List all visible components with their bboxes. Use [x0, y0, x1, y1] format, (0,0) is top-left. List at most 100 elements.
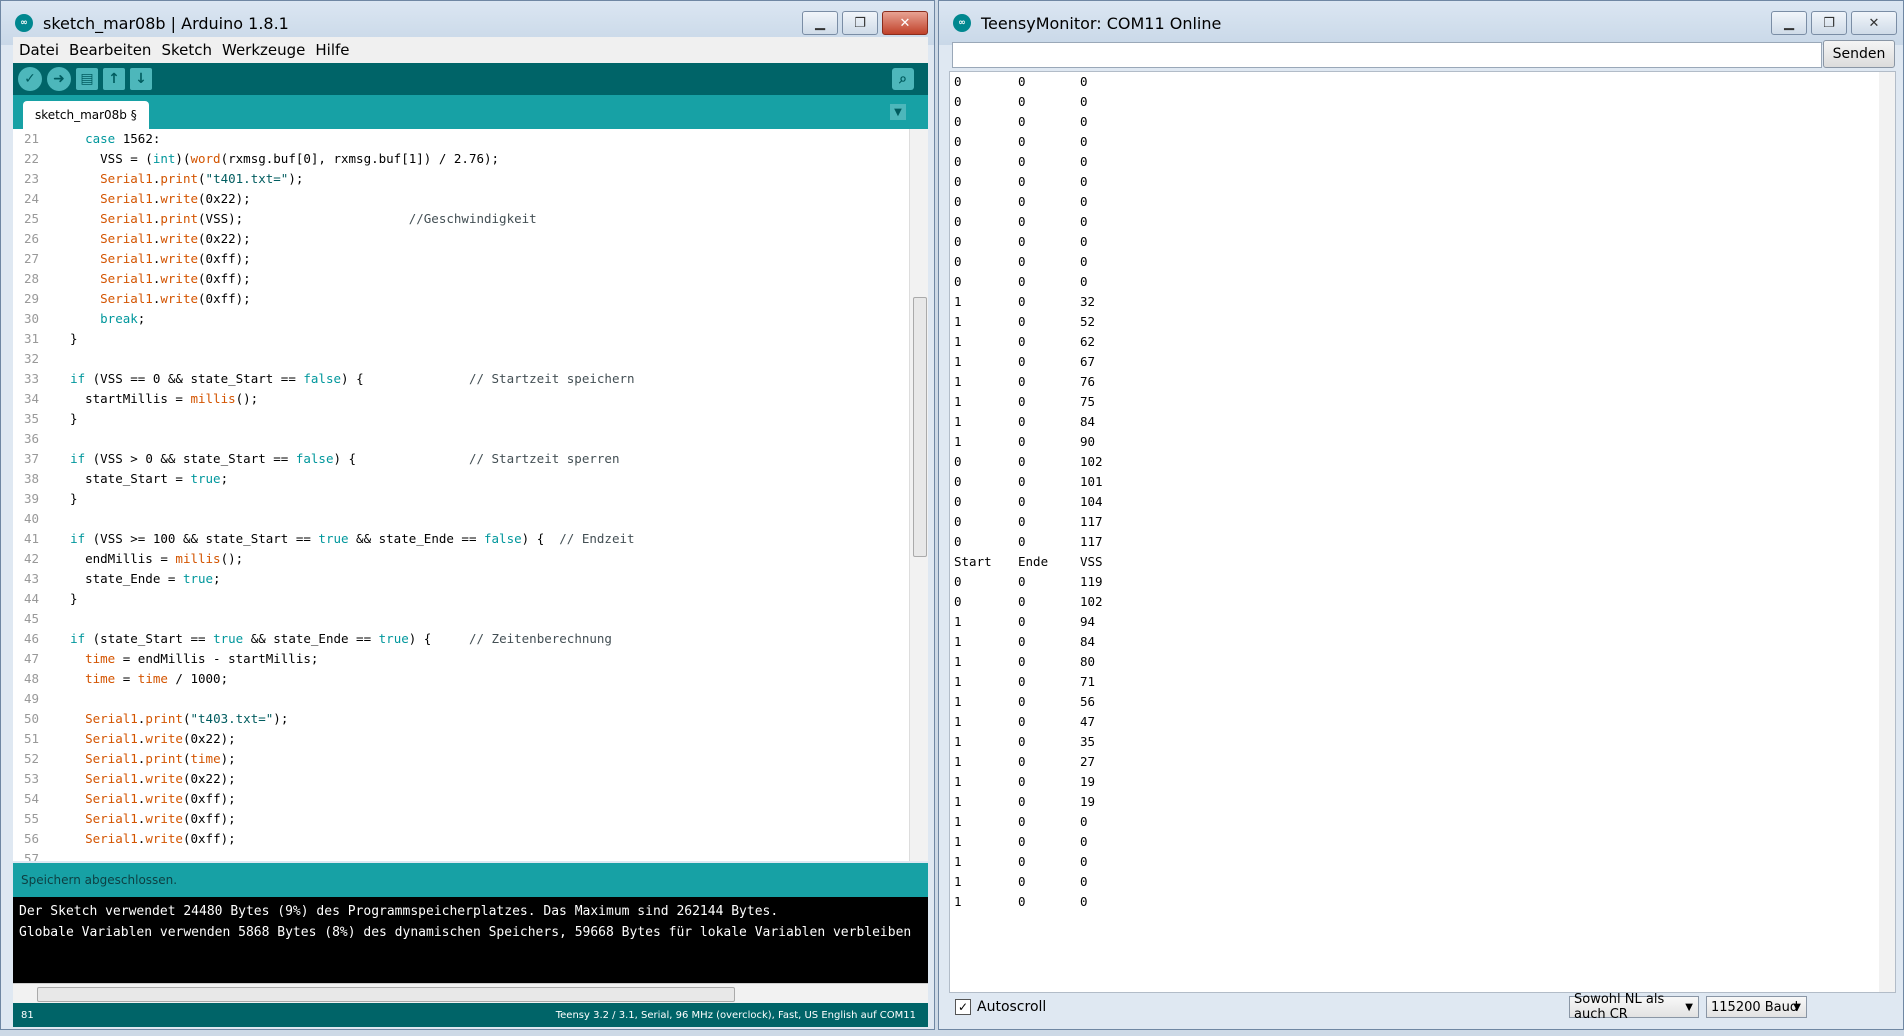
send-button[interactable]: Senden [1823, 40, 1895, 68]
serial-value: 117 [1080, 534, 1103, 549]
serial-value: 0 [1018, 814, 1026, 829]
serial-value: 1 [954, 434, 962, 449]
line-number: 40 [23, 511, 39, 526]
menu-bearbeiten[interactable]: Bearbeiten [69, 41, 151, 59]
code-editor[interactable]: 21 case 1562: 22 VSS = (int)(word(rxmsg.b… [13, 129, 928, 861]
minimize-button[interactable]: ▁ [1771, 11, 1807, 35]
serial-output-row: 1 0 0 [950, 832, 1895, 852]
minimize-button[interactable]: ▁ [802, 11, 838, 35]
serial-value: 0 [1018, 514, 1026, 529]
serial-value: 101 [1080, 474, 1103, 489]
serial-value: 0 [1080, 74, 1088, 89]
code-line: 26 Serial1.write(0x22); [13, 229, 928, 249]
line-number: 25 [23, 211, 39, 226]
menu-sketch[interactable]: Sketch [161, 41, 212, 59]
editor-vertical-scrollbar[interactable] [909, 129, 928, 861]
serial-value: 1 [954, 854, 962, 869]
code-line: 46 if (state_Start == true && state_Ende… [13, 629, 928, 649]
line-number: 57 [23, 851, 39, 861]
tab-sketch[interactable]: sketch_mar08b § [23, 101, 149, 129]
serial-value: 1 [954, 654, 962, 669]
save-sketch-button[interactable]: ↓ [130, 68, 152, 90]
line-number: 56 [23, 831, 39, 846]
serial-output-row: 1 0 52 [950, 312, 1895, 332]
serial-output-row: 0 0 117 [950, 532, 1895, 552]
code-lines: 21 case 1562: 22 VSS = (int)(word(rxmsg.b… [13, 129, 928, 861]
line-number: 53 [23, 771, 39, 786]
console-line: Globale Variablen verwenden 5868 Bytes (… [19, 925, 912, 940]
code-line: 38 state_Start = true; [13, 469, 928, 489]
serial-output-rows: 0 0 0 0 0 0 0 0 0 0 0 0 0 0 0 0 0 0 0 0 0 0 0 0 0 0 0 0 0 0 0 0 0 1 0 32 1 0 5… [950, 72, 1895, 912]
serial-value: 0 [1018, 234, 1026, 249]
code-line: 23 Serial1.print("t401.txt="); [13, 169, 928, 189]
code-line: 49 [13, 689, 928, 709]
serial-value: 1 [954, 374, 962, 389]
autoscroll-checkbox[interactable]: ✓ [955, 999, 971, 1015]
serial-output-row: 1 0 0 [950, 852, 1895, 872]
serial-value: 75 [1080, 394, 1096, 409]
menu-hilfe[interactable]: Hilfe [315, 41, 349, 59]
serial-value: 52 [1080, 314, 1096, 329]
upload-button[interactable]: ➜ [47, 67, 71, 91]
menu-bar: Datei Bearbeiten Sketch Werkzeuge Hilfe [13, 37, 928, 63]
serial-value: 102 [1080, 454, 1103, 469]
monitor-titlebar[interactable]: ∞ TeensyMonitor: COM11 Online ▁ ❐ ✕ [939, 1, 1903, 45]
line-number: 29 [23, 291, 39, 306]
tab-menu-dropdown-icon[interactable]: ▼ [890, 104, 906, 120]
line-number: 24 [23, 191, 39, 206]
verify-button[interactable]: ✓ [18, 67, 42, 91]
line-number: 43 [23, 571, 39, 586]
serial-value: 0 [1018, 114, 1026, 129]
serial-monitor-button[interactable]: ⌕ [892, 68, 914, 90]
baud-rate-select[interactable]: 115200 Baud ▼ [1706, 996, 1807, 1018]
serial-output-row: 0 0 0 [950, 212, 1895, 232]
new-sketch-button[interactable]: ▤ [76, 68, 98, 90]
serial-value: 1 [954, 814, 962, 829]
console-scroll-thumb[interactable] [37, 987, 735, 1002]
close-button[interactable]: ✕ [882, 11, 928, 35]
serial-value: 1 [954, 634, 962, 649]
serial-value: 35 [1080, 734, 1096, 749]
serial-value: 0 [1018, 94, 1026, 109]
maximize-button[interactable]: ❐ [1811, 11, 1847, 35]
code-line: 31 } [13, 329, 928, 349]
serial-output[interactable]: 0 0 0 0 0 0 0 0 0 0 0 0 0 0 0 0 0 0 0 0 0 0 0 0 0 0 0 0 0 0 0 0 0 1 0 32 1 0 5… [949, 71, 1896, 993]
output-vertical-scrollbar[interactable] [1879, 72, 1895, 992]
line-ending-select[interactable]: Sowohl NL als auch CR ▼ [1569, 992, 1699, 1022]
chevron-down-icon: ▼ [1793, 1001, 1801, 1013]
serial-value: 0 [1080, 174, 1088, 189]
menu-werkzeuge[interactable]: Werkzeuge [222, 41, 305, 59]
maximize-button[interactable]: ❐ [842, 11, 878, 35]
serial-value: 0 [1018, 374, 1026, 389]
menu-datei[interactable]: Datei [19, 41, 59, 59]
code-line: 45 [13, 609, 928, 629]
arduino-logo-icon: ∞ [953, 14, 971, 32]
code-line: 29 Serial1.write(0xff); [13, 289, 928, 309]
code-line: 43 state_Ende = true; [13, 569, 928, 589]
serial-value: 1 [954, 794, 962, 809]
serial-value: 0 [1018, 754, 1026, 769]
line-number: 38 [23, 471, 39, 486]
serial-value: 0 [954, 594, 962, 609]
serial-value: 0 [954, 534, 962, 549]
serial-value: 0 [1018, 874, 1026, 889]
console-horizontal-scrollbar[interactable] [13, 983, 928, 1004]
serial-output-row: 1 0 0 [950, 892, 1895, 912]
line-number: 31 [23, 331, 39, 346]
close-button[interactable]: ✕ [1851, 11, 1897, 35]
code-line: 54 Serial1.write(0xff); [13, 789, 928, 809]
serial-value: Ende [1018, 554, 1049, 569]
code-line: 40 [13, 509, 928, 529]
serial-value: 0 [1018, 414, 1026, 429]
ide-footer: 81 Teensy 3.2 / 3.1, Serial, 96 MHz (ove… [13, 1003, 928, 1027]
open-sketch-button[interactable]: ↑ [103, 68, 125, 90]
serial-value: 0 [1018, 594, 1026, 609]
serial-value: 117 [1080, 514, 1103, 529]
editor-scroll-thumb[interactable] [913, 297, 927, 557]
code-line: 51 Serial1.write(0x22); [13, 729, 928, 749]
serial-value: 71 [1080, 674, 1096, 689]
serial-value: 0 [1018, 714, 1026, 729]
send-input[interactable] [952, 42, 1822, 68]
serial-value: 1 [954, 754, 962, 769]
serial-output-row: 0 0 0 [950, 132, 1895, 152]
